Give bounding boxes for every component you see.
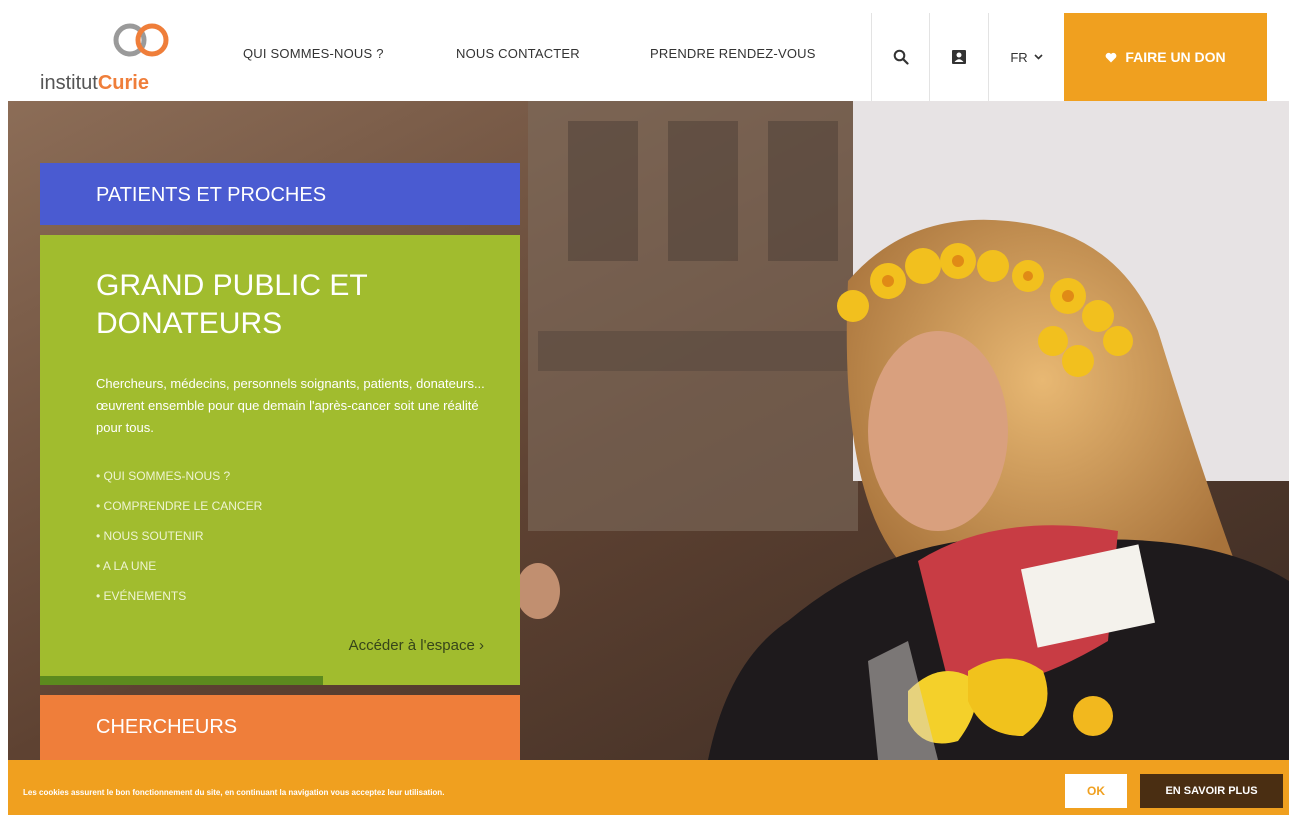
- acceder-espace-link[interactable]: Accéder à l'espace ›: [349, 637, 484, 654]
- language-selector[interactable]: FR: [988, 13, 1064, 101]
- panel-link-comprendre-le-cancer[interactable]: COMPRENDRE LE CANCER: [96, 499, 263, 529]
- slide-progress-bar: [40, 676, 324, 685]
- search-button[interactable]: [871, 13, 929, 101]
- user-card-icon: [952, 50, 966, 64]
- panel-description: Chercheurs, médecins, personnels soignan…: [96, 376, 485, 435]
- nav-nous-contacter[interactable]: NOUS CONTACTER: [456, 46, 580, 61]
- cookie-banner: Les cookies assurent le bon fonctionneme…: [8, 760, 1289, 815]
- grand-public-panel: GRAND PUBLIC ET DONATEURS Chercheurs, mé…: [40, 235, 520, 685]
- patients-et-proches-tab[interactable]: PATIENTS ET PROCHES: [40, 163, 520, 225]
- search-icon: [893, 49, 909, 65]
- cookie-ok-button[interactable]: OK: [1065, 774, 1127, 808]
- institut-curie-logo[interactable]: institutCurie: [40, 20, 190, 95]
- panel-links: QUI SOMMES-NOUS ? COMPRENDRE LE CANCER N…: [96, 469, 262, 619]
- heart-icon: [1105, 52, 1117, 62]
- nav-prendre-rendez-vous[interactable]: PRENDRE RENDEZ-VOUS: [650, 46, 816, 61]
- logo-wordmark: institutCurie: [40, 72, 149, 94]
- panel-link-qui-sommes-nous[interactable]: QUI SOMMES-NOUS ?: [96, 469, 262, 499]
- panel-link-nous-soutenir[interactable]: NOUS SOUTENIR: [96, 529, 262, 559]
- chercheurs-tab[interactable]: CHERCHEURS: [40, 695, 520, 760]
- nav-qui-sommes-nous[interactable]: QUI SOMMES-NOUS ?: [243, 46, 384, 61]
- account-button[interactable]: [929, 13, 988, 101]
- cookie-more-button[interactable]: EN SAVOIR PLUS: [1140, 774, 1283, 808]
- language-label: FR: [1010, 49, 1028, 65]
- cookie-message: Les cookies assurent le bon fonctionneme…: [23, 788, 445, 797]
- logo-rings-icon: [113, 23, 169, 57]
- donate-button[interactable]: FAIRE UN DON: [1064, 13, 1267, 101]
- panel-title: GRAND PUBLIC ET DONATEURS: [96, 269, 368, 340]
- panel-link-a-la-une[interactable]: A LA UNE: [96, 559, 262, 589]
- chevron-down-icon: [1034, 54, 1043, 60]
- panel-link-evenements[interactable]: EVÉNEMENTS: [96, 589, 262, 619]
- donate-label: FAIRE UN DON: [1125, 49, 1226, 65]
- site-header: institutCurie QUI SOMMES-NOUS ? NOUS CON…: [0, 0, 1289, 101]
